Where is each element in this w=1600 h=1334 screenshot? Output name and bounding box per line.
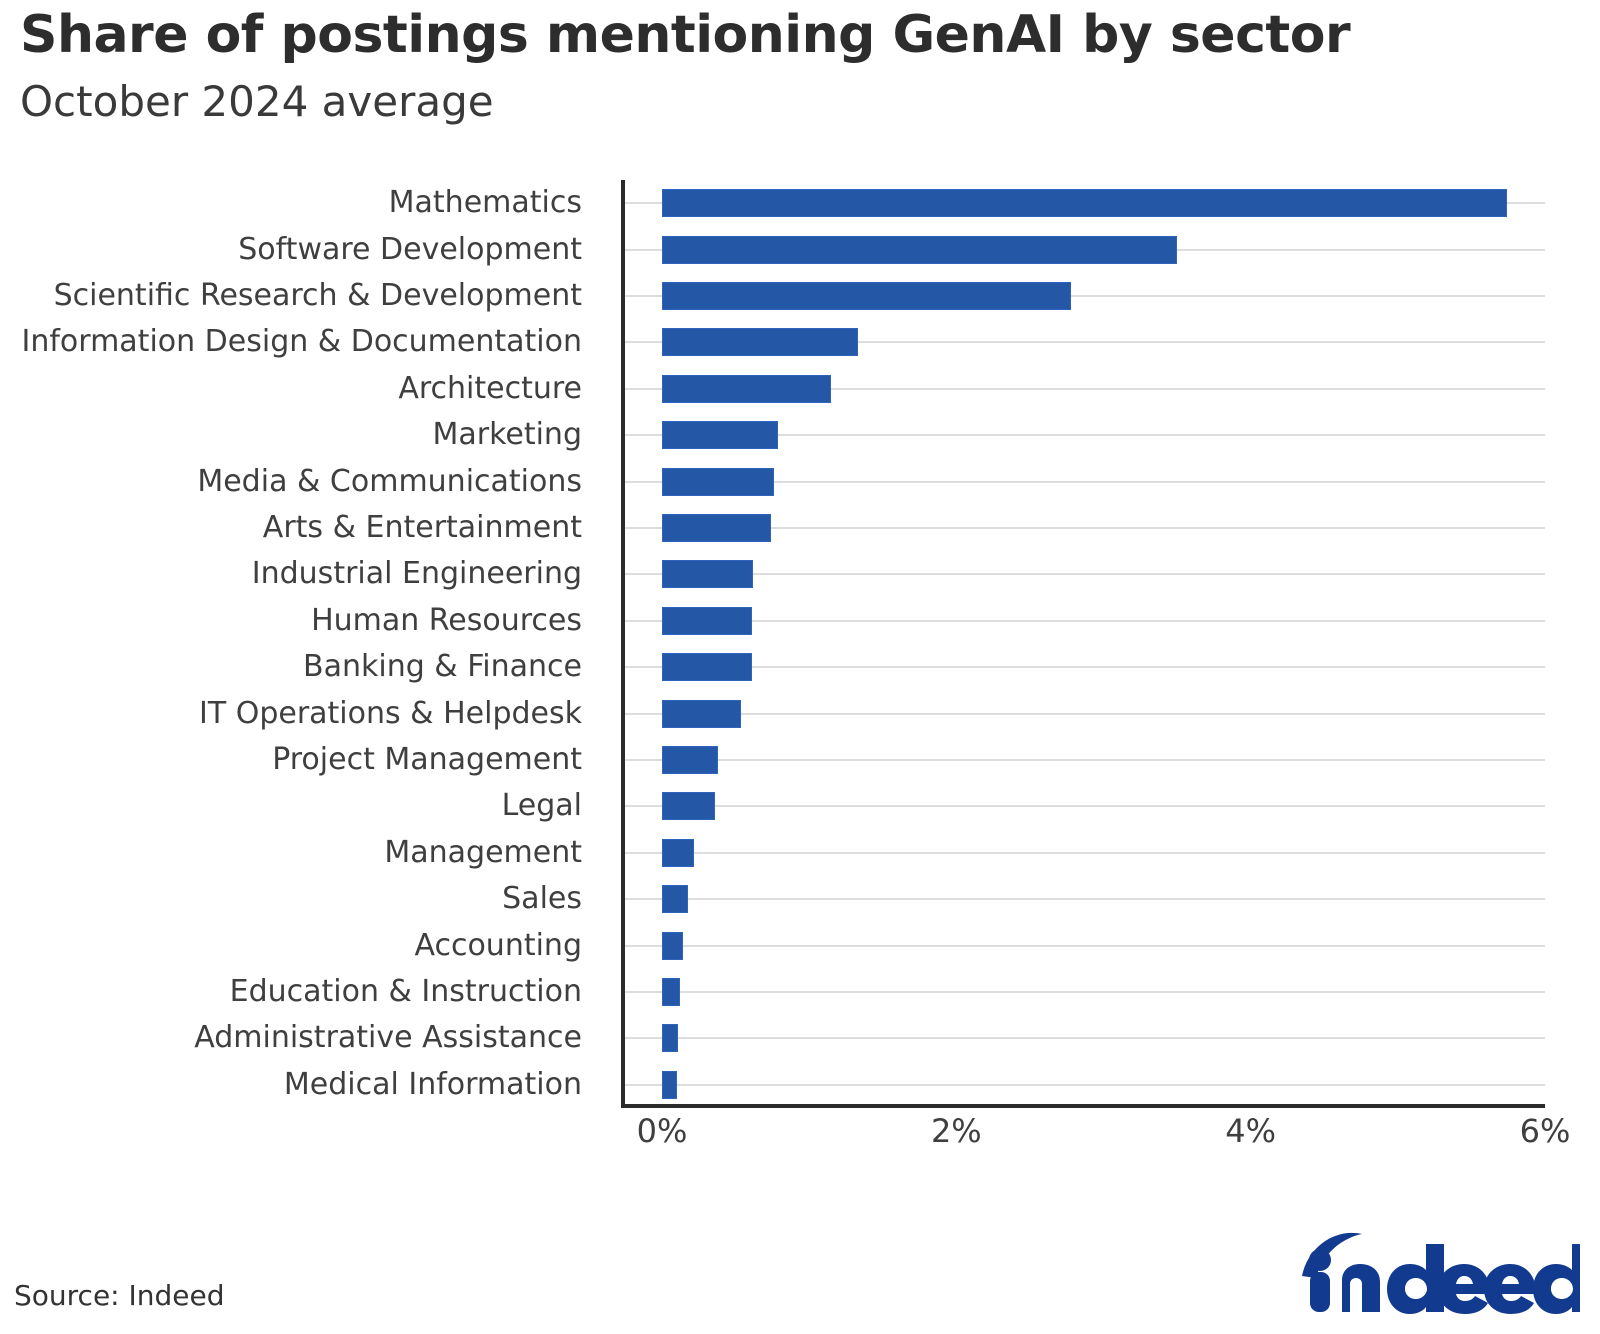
category-label: Architecture [398, 370, 582, 406]
gridline [625, 1083, 1545, 1086]
source-note: Source: Indeed [14, 1279, 225, 1312]
category-label: Information Design & Documentation [21, 324, 582, 360]
bar [662, 977, 680, 1006]
bar-row: Arts & Entertainment [0, 505, 1600, 551]
category-label: Education & Instruction [229, 973, 582, 1009]
gridline [625, 712, 1545, 715]
chart-footer: Source: Indeed [0, 1184, 1600, 1334]
bar [662, 653, 752, 682]
bar-row: Human Resources [0, 598, 1600, 644]
bar-rows-container: Mathematics Software Development Scientifi… [0, 180, 1600, 1108]
bar [662, 328, 858, 357]
bar-row: Architecture [0, 366, 1600, 412]
bar-row: Scientific Research & Development [0, 273, 1600, 319]
bar-row: Education & Instruction [0, 969, 1600, 1015]
category-label: Management [384, 834, 582, 870]
bar [662, 606, 752, 635]
bar-row: Media & Communications [0, 458, 1600, 504]
bar [662, 885, 689, 914]
chart-subtitle: October 2024 average [20, 77, 494, 127]
bar [662, 421, 779, 450]
gridline [625, 944, 1545, 947]
gridline [625, 758, 1545, 761]
category-label: Media & Communications [197, 463, 582, 499]
bar [662, 931, 683, 960]
category-label: Arts & Entertainment [262, 509, 582, 545]
gridline [625, 619, 1545, 622]
gridline [625, 898, 1545, 901]
page-title: Share of postings mentioning GenAI by se… [20, 5, 1351, 65]
category-label: Mathematics [388, 185, 582, 221]
bar-row: Software Development [0, 226, 1600, 272]
bar-row: Project Management [0, 737, 1600, 783]
bar [662, 189, 1507, 218]
gridline [625, 805, 1545, 808]
bar [662, 560, 754, 589]
category-label: Human Resources [311, 602, 582, 638]
category-label: Industrial Engineering [251, 556, 582, 592]
bar [662, 1070, 677, 1099]
bar-row: Industrial Engineering [0, 551, 1600, 597]
bar [662, 699, 742, 728]
category-label: Scientific Research & Development [53, 277, 582, 313]
category-label: Project Management [272, 741, 582, 777]
bar [662, 235, 1178, 264]
indeed-logo [1292, 1220, 1582, 1316]
bar [662, 467, 774, 496]
x-tick-label: 6% [1519, 1112, 1571, 1150]
bar [662, 838, 695, 867]
bar-row: Sales [0, 876, 1600, 922]
category-label: Medical Information [283, 1066, 582, 1102]
bar-chart: Mathematics Software Development Scientifi… [0, 180, 1600, 1180]
chart-header: Share of postings mentioning GenAI by se… [0, 0, 1600, 125]
gridline [625, 666, 1545, 669]
bar-row: Accounting [0, 922, 1600, 968]
category-label: Marketing [432, 417, 582, 453]
category-label: Software Development [238, 231, 582, 267]
gridline [625, 1037, 1545, 1040]
bar [662, 513, 771, 542]
bar [662, 281, 1072, 310]
gridline [625, 851, 1545, 854]
bar-row: Legal [0, 783, 1600, 829]
category-label: Legal [501, 788, 582, 824]
bar [662, 745, 718, 774]
x-tick-label: 0% [636, 1112, 688, 1150]
bar-row: Mathematics [0, 180, 1600, 226]
bar-row: Medical Information [0, 1062, 1600, 1108]
bar [662, 1024, 679, 1053]
bar-row: IT Operations & Helpdesk [0, 690, 1600, 736]
bar-row: Marketing [0, 412, 1600, 458]
bar-row: Management [0, 830, 1600, 876]
category-label: Accounting [414, 927, 582, 963]
bar-row: Banking & Finance [0, 644, 1600, 690]
bar [662, 792, 715, 821]
bar-row: Administrative Assistance [0, 1015, 1600, 1061]
gridline [625, 990, 1545, 993]
x-axis-ticks: 0% 2% 4% 6% [0, 1112, 1600, 1174]
bar-row: Information Design & Documentation [0, 319, 1600, 365]
gridline [625, 573, 1545, 576]
category-label: Banking & Finance [303, 649, 582, 685]
category-label: IT Operations & Helpdesk [199, 695, 582, 731]
bar [662, 374, 832, 403]
x-tick-label: 2% [930, 1112, 982, 1150]
x-tick-label: 4% [1225, 1112, 1277, 1150]
category-label: Sales [502, 881, 582, 917]
category-label: Administrative Assistance [194, 1020, 582, 1056]
